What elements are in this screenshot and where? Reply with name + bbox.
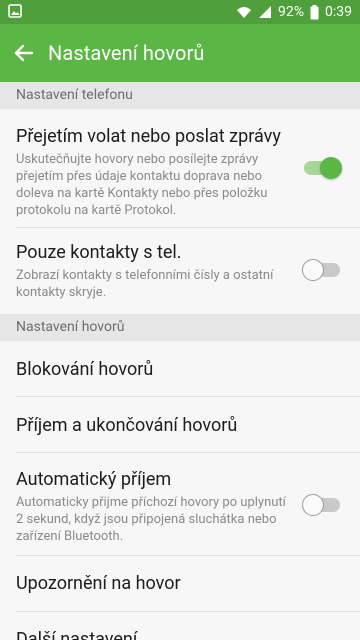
setting-description: Zobrazí kontakty s telefonními čísly a o… xyxy=(16,268,274,300)
switch-thumb xyxy=(302,494,324,516)
swipe-to-call-toggle[interactable] xyxy=(304,156,342,180)
arrow-left-icon[interactable] xyxy=(10,39,38,67)
setting-auto-answer[interactable]: Automatický příjem Automaticky přijme př… xyxy=(0,453,360,556)
setting-more[interactable]: Další nastavení xyxy=(0,612,360,640)
section-header-call-settings: Nastavení hovorů xyxy=(0,314,360,341)
page-title: Nastavení hovorů xyxy=(48,41,205,65)
setting-title: Automatický příjem xyxy=(16,469,172,490)
setting-call-alerts[interactable]: Upozornění na hovor xyxy=(0,556,360,612)
battery-icon xyxy=(310,4,319,19)
switch-thumb xyxy=(320,157,342,179)
setting-description: Automaticky přijme příchozí hovory po up… xyxy=(16,495,286,544)
signal-icon xyxy=(259,6,271,18)
setting-title: Blokování hovorů xyxy=(16,359,154,380)
setting-contacts-only[interactable]: Pouze kontakty s tel. Zobrazí kontakty s… xyxy=(0,228,360,314)
setting-title: Přejetím volat nebo poslat zprávy xyxy=(16,126,281,147)
clock: 0:39 xyxy=(325,4,352,20)
auto-answer-toggle[interactable] xyxy=(302,493,342,517)
status-bar: 92% 0:39 xyxy=(0,0,360,24)
setting-title: Příjem a ukončování hovorů xyxy=(16,415,238,436)
section-header-phone-settings: Nastavení telefonu xyxy=(0,82,360,109)
setting-title: Další nastavení xyxy=(16,629,138,640)
battery-percentage: 92% xyxy=(278,4,304,20)
setting-title: Upozornění na hovor xyxy=(16,573,181,594)
switch-thumb xyxy=(302,259,324,281)
setting-answering-ending[interactable]: Příjem a ukončování hovorů xyxy=(0,397,360,453)
setting-title: Pouze kontakty s tel. xyxy=(16,242,182,263)
setting-call-blocking[interactable]: Blokování hovorů xyxy=(0,341,360,397)
app-bar: Nastavení hovorů xyxy=(0,24,360,82)
setting-swipe-to-call[interactable]: Přejetím volat nebo poslat zprávy Uskute… xyxy=(0,109,360,228)
image-notification-icon xyxy=(8,4,22,18)
wifi-icon xyxy=(237,7,251,18)
contacts-only-toggle[interactable] xyxy=(302,258,342,282)
setting-description: Uskutečňujte hovory nebo posílejte zpráv… xyxy=(16,152,268,218)
